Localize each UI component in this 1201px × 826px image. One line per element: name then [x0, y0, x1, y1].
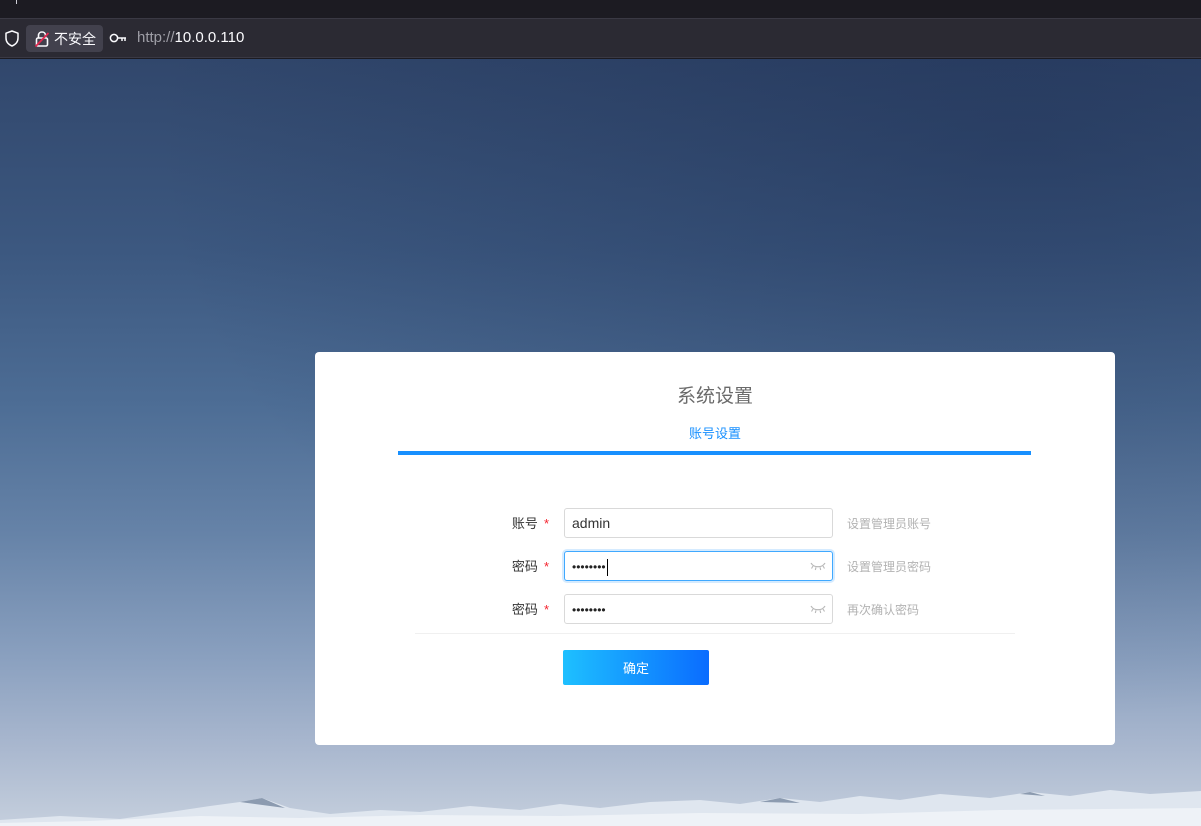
eye-closed-icon[interactable]	[810, 604, 826, 614]
required-mark: *	[543, 559, 549, 574]
browser-tab-strip	[0, 0, 1201, 18]
confirm-button[interactable]: 确定	[563, 650, 709, 685]
browser-url-bar[interactable]: 不安全 http://10.0.0.110	[0, 18, 1201, 58]
field-hint: 设置管理员密码	[847, 560, 932, 574]
field-hint: 再次确认密码	[847, 603, 920, 617]
confirm-password-input-value: ••••••••	[572, 603, 606, 617]
shield-icon[interactable]	[4, 30, 20, 47]
system-settings-card: 系统设置 账号设置 账号 * admin 设置管理员账号 密码 * ••••••••…	[315, 352, 1115, 745]
url-host: 10.0.0.110	[174, 29, 245, 46]
form-divider	[415, 633, 1015, 634]
password-input-value: ••••••••	[572, 560, 606, 574]
security-indicator[interactable]: 不安全	[26, 25, 103, 52]
account-input-value: admin	[572, 515, 611, 531]
field-label: 密码 *	[512, 556, 549, 575]
password-input[interactable]: ••••••••	[564, 551, 833, 581]
tab-account-settings[interactable]: 账号设置	[655, 423, 775, 442]
page-title: 系统设置	[676, 385, 753, 407]
required-mark: *	[543, 602, 549, 617]
field-label-text: 账号	[511, 517, 538, 532]
field-hint: 设置管理员账号	[847, 517, 932, 531]
key-icon[interactable]	[109, 31, 127, 45]
insecure-lock-icon	[34, 30, 50, 47]
required-mark: *	[543, 516, 549, 531]
account-input[interactable]: admin	[564, 508, 833, 538]
snowy-mountains-image	[0, 790, 1201, 826]
active-tab-indicator	[398, 451, 1031, 455]
form-row-account: 账号 * admin 设置管理员账号	[315, 508, 1115, 538]
eye-closed-icon[interactable]	[810, 561, 826, 571]
security-label: 不安全	[54, 31, 96, 48]
field-label-text: 密码	[511, 603, 538, 618]
url-protocol: http://	[137, 29, 175, 46]
page-background: 系统设置 账号设置 账号 * admin 设置管理员账号 密码 * ••••••••…	[0, 59, 1201, 826]
field-label: 密码 *	[512, 599, 549, 618]
url-text[interactable]: http://10.0.0.110	[137, 29, 244, 46]
form-row-confirm-password: 密码 * •••••••• 再次确认密码	[315, 594, 1115, 624]
tab-edge	[16, 0, 17, 4]
form-row-password: 密码 * •••••••• 设置管理员密码	[315, 551, 1115, 581]
field-label-text: 密码	[511, 560, 538, 575]
field-label: 账号 *	[512, 513, 549, 532]
confirm-password-input[interactable]: ••••••••	[564, 594, 833, 624]
text-caret	[606, 558, 608, 576]
